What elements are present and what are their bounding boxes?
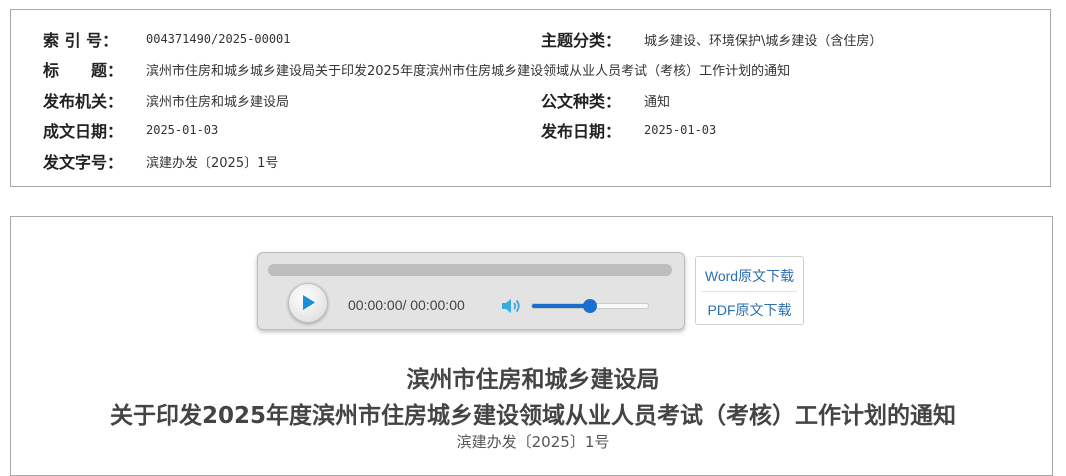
meta-row-title: 标 题： 滨州市住房和城乡城乡建设局关于印发2025年度滨州市住房城乡建设领域从… bbox=[43, 58, 790, 80]
meta-label-title: 标 题： bbox=[43, 61, 124, 80]
meta-value-index: 004371490/2025-00001 bbox=[146, 32, 291, 46]
word-download-link[interactable]: Word原文下载 bbox=[696, 266, 803, 286]
volume-slider-thumb[interactable] bbox=[583, 299, 597, 313]
pdf-download-link[interactable]: PDF原文下载 bbox=[696, 300, 803, 320]
volume-slider[interactable] bbox=[531, 299, 649, 313]
document-number: 滨建办发〔2025〕1号 bbox=[456, 433, 610, 451]
meta-value-title: 滨州市住房和城乡城乡建设局关于印发2025年度滨州市住房城乡建设领域从业人员考试… bbox=[146, 63, 791, 79]
play-button[interactable] bbox=[288, 283, 328, 323]
document-title-line2: 关于印发2025年度滨州市住房城乡建设领域从业人员考试（考核）工作计划的通知 bbox=[109, 403, 956, 429]
document-title-line1: 滨州市住房和城乡建设局 bbox=[406, 367, 660, 393]
meta-row-topic: 主题分类： 城乡建设、环境保护\城乡建设（含住房） bbox=[541, 28, 882, 50]
meta-row-published-date: 发布日期： 2025-01-03 bbox=[541, 119, 716, 141]
meta-value-doc-number: 滨建办发〔2025〕1号 bbox=[146, 155, 279, 171]
meta-row-index: 索 引 号： 004371490/2025-00001 bbox=[43, 28, 291, 50]
audio-progress-bar[interactable] bbox=[268, 264, 672, 276]
meta-label-published-date: 发布日期： bbox=[541, 122, 622, 141]
audio-time-display: 00:00:00/ 00:00:00 bbox=[348, 297, 465, 313]
meta-label-written-date: 成文日期： bbox=[43, 122, 124, 141]
meta-value-issuer: 滨州市住房和城乡建设局 bbox=[146, 94, 290, 110]
meta-label-doctype: 公文种类： bbox=[541, 92, 622, 111]
meta-value-topic: 城乡建设、环境保护\城乡建设（含住房） bbox=[644, 33, 883, 49]
volume-icon[interactable] bbox=[501, 297, 523, 315]
volume-slider-fill bbox=[532, 304, 590, 308]
download-divider bbox=[702, 291, 797, 292]
meta-label-index: 索 引 号： bbox=[43, 31, 119, 50]
audio-player: 00:00:00/ 00:00:00 bbox=[257, 252, 685, 330]
meta-value-published-date: 2025-01-03 bbox=[644, 123, 717, 137]
download-links-box: Word原文下载 PDF原文下载 bbox=[695, 256, 804, 325]
meta-row-doc-number: 发文字号： 滨建办发〔2025〕1号 bbox=[43, 150, 278, 172]
meta-row-issuer: 发布机关： 滨州市住房和城乡建设局 bbox=[43, 89, 289, 111]
meta-row-written-date: 成文日期： 2025-01-03 bbox=[43, 119, 218, 141]
meta-label-doc-number: 发文字号： bbox=[43, 153, 124, 172]
meta-value-written-date: 2025-01-03 bbox=[146, 123, 219, 137]
meta-value-doctype: 通知 bbox=[644, 94, 671, 110]
meta-label-topic: 主题分类： bbox=[541, 31, 622, 50]
meta-label-issuer: 发布机关： bbox=[43, 92, 124, 111]
meta-row-doctype: 公文种类： 通知 bbox=[541, 89, 670, 111]
play-icon bbox=[303, 295, 315, 310]
